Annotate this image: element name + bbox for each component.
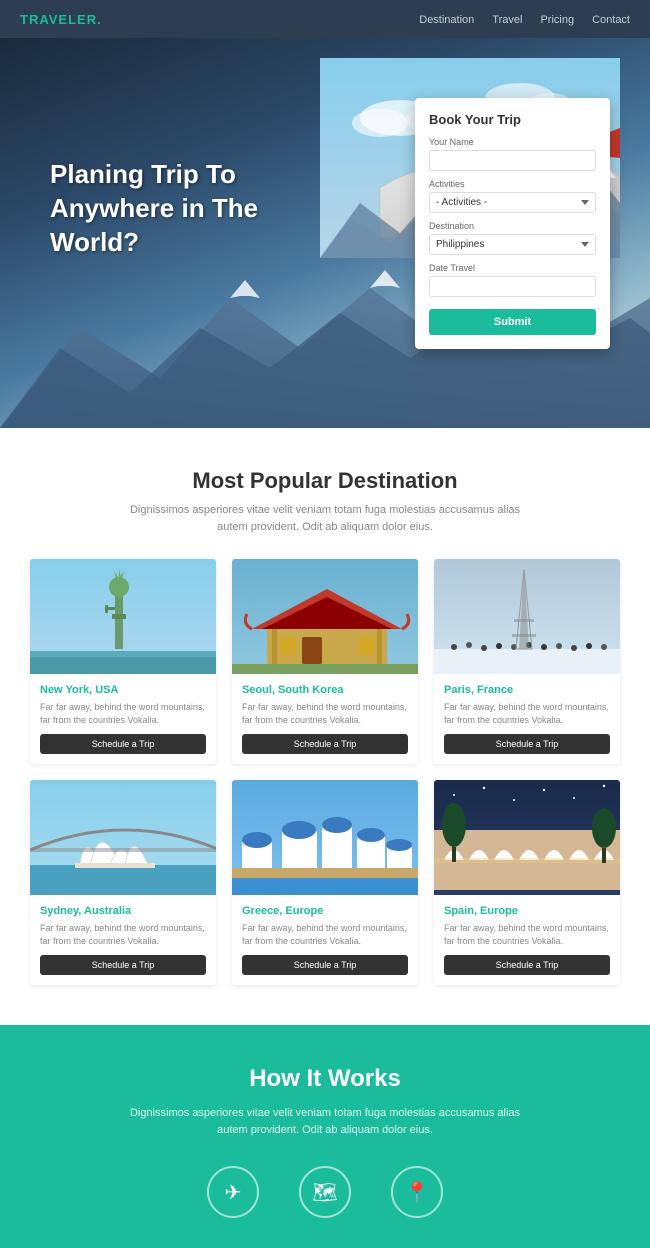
destinations-title: Most Popular Destination — [30, 468, 620, 494]
dest-desc-sydney: Far far away, behind the word mountains,… — [40, 922, 206, 947]
dest-card-seoul: Seoul, South Korea Far far away, behind … — [232, 559, 418, 764]
dest-img-sydney — [30, 780, 216, 895]
dest-btn-spain[interactable]: Schedule a Trip — [444, 955, 610, 975]
navbar: TRAVELER. Destination Travel Pricing Con… — [0, 0, 650, 38]
destinations-section: Most Popular Destination Dignissimos asp… — [0, 428, 650, 1025]
destinations-desc: Dignissimos asperiores vitae velit venia… — [115, 502, 535, 535]
dest-img-seoul — [232, 559, 418, 674]
booking-title: Book Your Trip — [429, 112, 596, 127]
name-group: Your Name — [429, 137, 596, 171]
dest-btn-seoul[interactable]: Schedule a Trip — [242, 734, 408, 754]
nav-item-pricing[interactable]: Pricing — [540, 10, 574, 28]
destinations-header: Most Popular Destination Dignissimos asp… — [30, 468, 620, 535]
dest-title-seoul: Seoul, South Korea — [242, 684, 408, 696]
dest-body-sydney: Sydney, Australia Far far away, behind t… — [30, 895, 216, 985]
dest-img-spain — [434, 780, 620, 895]
nav-item-contact[interactable]: Contact — [592, 10, 630, 28]
how-icon-plane: ✈ — [207, 1166, 259, 1218]
how-icon-pin: 📍 — [391, 1166, 443, 1218]
how-it-works-section: How It Works Dignissimos asperiores vita… — [0, 1025, 650, 1248]
nav-link-pricing[interactable]: Pricing — [540, 14, 574, 26]
nav-item-destination[interactable]: Destination — [419, 10, 474, 28]
destination-group: Destination Philippines — [429, 221, 596, 255]
destination-select[interactable]: Philippines — [429, 234, 596, 255]
dest-card-sydney: Sydney, Australia Far far away, behind t… — [30, 780, 216, 985]
how-it-works-desc: Dignissimos asperiores vitae velit venia… — [115, 1105, 535, 1138]
dest-card-paris: Paris, France Far far away, behind the w… — [434, 559, 620, 764]
activities-label: Activities — [429, 179, 596, 189]
hero-line1: Planing Trip To — [50, 159, 236, 189]
date-label: Date Travel — [429, 263, 596, 273]
hero-text: Planing Trip To Anywhere in The World? — [50, 158, 258, 259]
name-label: Your Name — [429, 137, 596, 147]
dest-img-paris — [434, 559, 620, 674]
booking-form: Book Your Trip Your Name Activities - Ac… — [415, 98, 610, 349]
dest-desc-spain: Far far away, behind the word mountains,… — [444, 922, 610, 947]
how-it-works-title: How It Works — [30, 1065, 620, 1093]
dest-btn-newyork[interactable]: Schedule a Trip — [40, 734, 206, 754]
how-icon-item-3: 📍 — [391, 1166, 443, 1218]
dest-desc-seoul: Far far away, behind the word mountains,… — [242, 701, 408, 726]
dest-btn-sydney[interactable]: Schedule a Trip — [40, 955, 206, 975]
dest-desc-paris: Far far away, behind the word mountains,… — [444, 701, 610, 726]
dest-btn-paris[interactable]: Schedule a Trip — [444, 734, 610, 754]
name-input[interactable] — [429, 150, 596, 171]
how-icon-item-2: 🗺 — [299, 1166, 351, 1218]
dest-desc-newyork: Far far away, behind the word mountains,… — [40, 701, 206, 726]
dest-card-greece: Greece, Europe Far far away, behind the … — [232, 780, 418, 985]
destination-label: Destination — [429, 221, 596, 231]
hero-section: Planing Trip To Anywhere in The World? B… — [0, 38, 650, 428]
brand-dot: . — [97, 12, 102, 27]
hero-line3: World? — [50, 227, 139, 257]
dest-body-paris: Paris, France Far far away, behind the w… — [434, 674, 620, 764]
dest-title-sydney: Sydney, Australia — [40, 905, 206, 917]
dest-card-spain: Spain, Europe Far far away, behind the w… — [434, 780, 620, 985]
activities-select[interactable]: - Activities - — [429, 192, 596, 213]
submit-button[interactable]: Submit — [429, 309, 596, 335]
brand-logo: TRAVELER. — [20, 12, 102, 27]
dest-btn-greece[interactable]: Schedule a Trip — [242, 955, 408, 975]
how-icon-item-1: ✈ — [207, 1166, 259, 1218]
activities-group: Activities - Activities - — [429, 179, 596, 213]
nav-link-destination[interactable]: Destination — [419, 14, 474, 26]
dest-body-greece: Greece, Europe Far far away, behind the … — [232, 895, 418, 985]
date-input[interactable] — [429, 276, 596, 297]
nav-link-travel[interactable]: Travel — [492, 14, 522, 26]
nav-item-travel[interactable]: Travel — [492, 10, 522, 28]
dest-card-newyork: New York, USA Far far away, behind the w… — [30, 559, 216, 764]
nav-menu: Destination Travel Pricing Contact — [419, 10, 630, 28]
date-group: Date Travel — [429, 263, 596, 297]
dest-desc-greece: Far far away, behind the word mountains,… — [242, 922, 408, 947]
dest-title-spain: Spain, Europe — [444, 905, 610, 917]
dest-img-greece — [232, 780, 418, 895]
dest-body-seoul: Seoul, South Korea Far far away, behind … — [232, 674, 418, 764]
hero-line2: Anywhere in The — [50, 193, 258, 223]
dest-body-spain: Spain, Europe Far far away, behind the w… — [434, 895, 620, 985]
brand-text: TRAVELER — [20, 12, 97, 27]
how-icons-container: ✈ 🗺 📍 — [30, 1166, 620, 1218]
how-icon-map: 🗺 — [299, 1166, 351, 1218]
destinations-grid: New York, USA Far far away, behind the w… — [30, 559, 620, 985]
dest-title-greece: Greece, Europe — [242, 905, 408, 917]
dest-body-newyork: New York, USA Far far away, behind the w… — [30, 674, 216, 764]
dest-img-newyork — [30, 559, 216, 674]
dest-title-paris: Paris, France — [444, 684, 610, 696]
nav-link-contact[interactable]: Contact — [592, 14, 630, 26]
dest-title-newyork: New York, USA — [40, 684, 206, 696]
hero-headline: Planing Trip To Anywhere in The World? — [50, 158, 258, 259]
